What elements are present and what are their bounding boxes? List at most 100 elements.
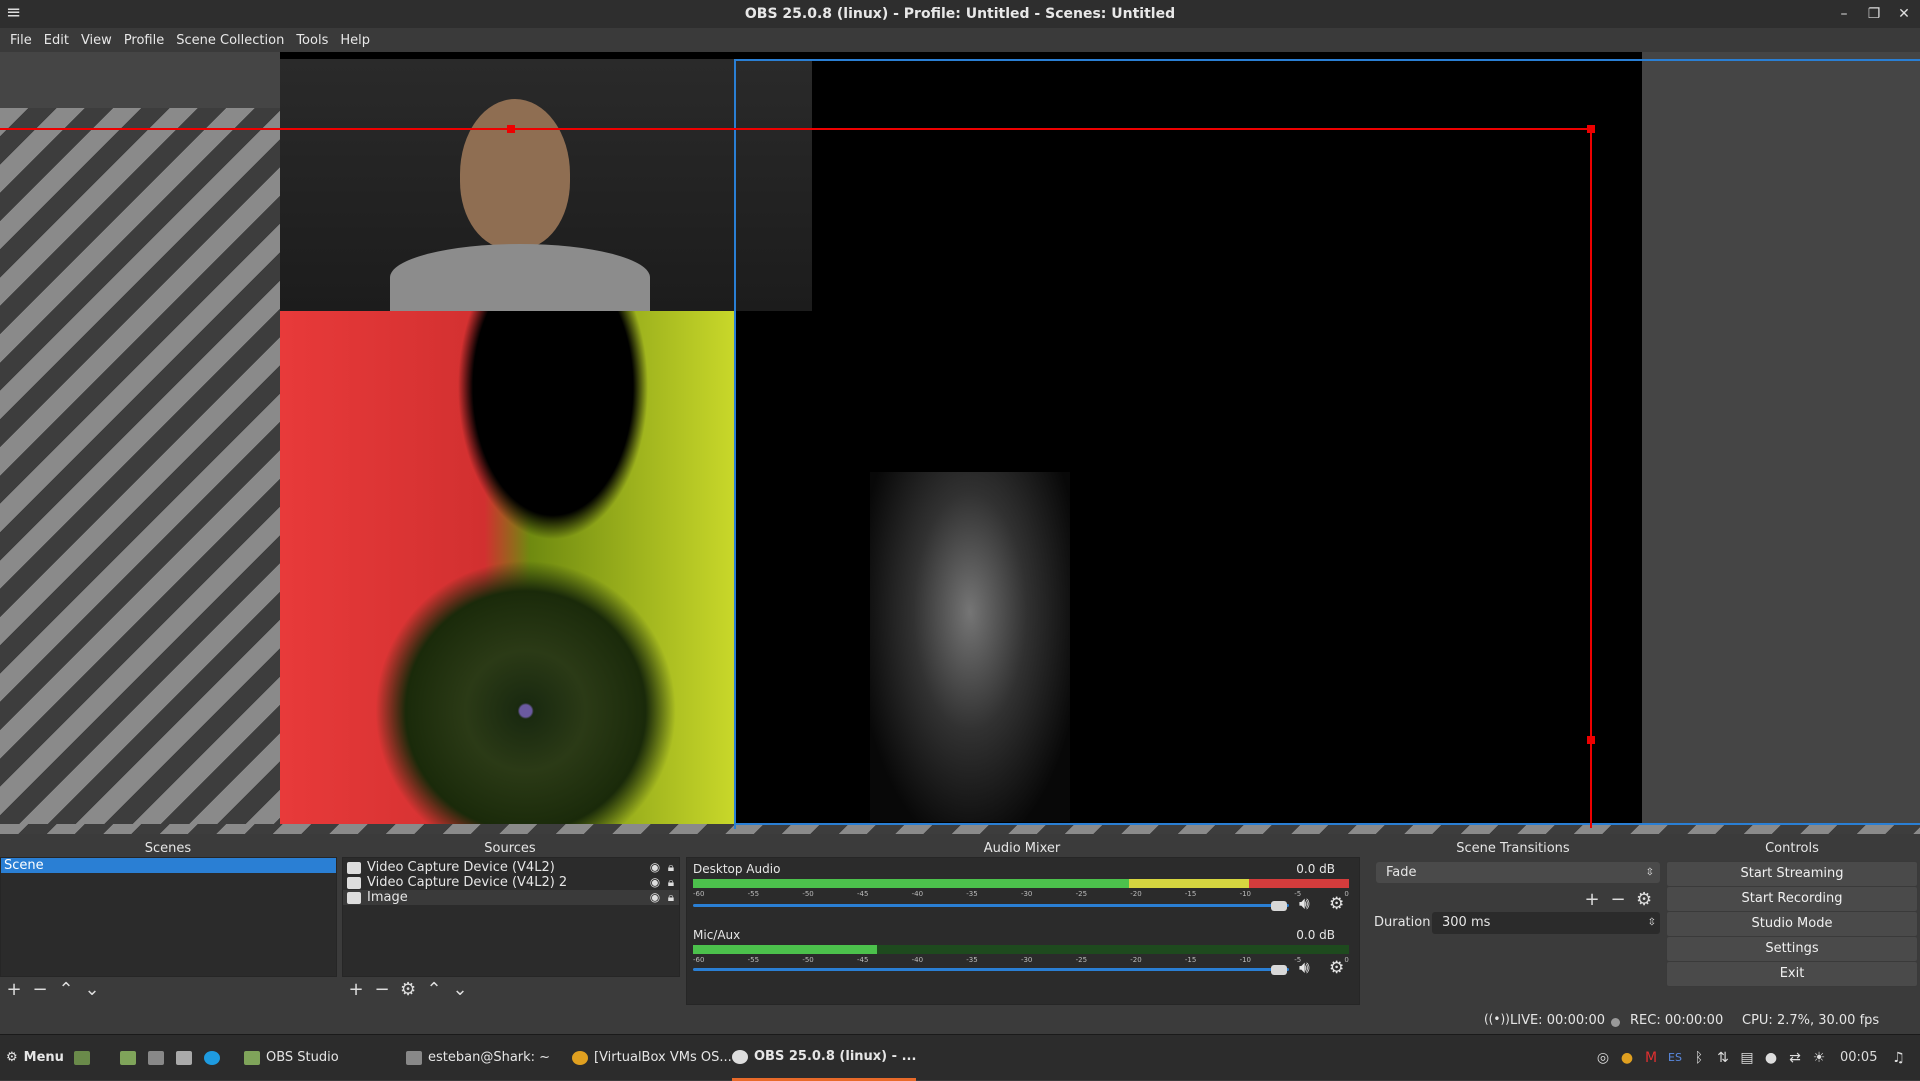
remove-icon[interactable]: − [374,979,390,1000]
start-menu[interactable]: ⚙ Menu [6,1035,64,1081]
sources-list: Video Capture Device (V4L2) ◉ 🔒︎ Video C… [342,857,680,977]
video-capture-source-2[interactable] [870,472,1070,822]
remove-icon[interactable]: − [32,979,48,1000]
resize-handle[interactable] [1587,125,1595,133]
menu-bar: File Edit View Profile Scene Collection … [0,28,1920,52]
audio-mixer-dock: Audio Mixer Desktop Audio 0.0 dB -60 -55 -… [684,839,1360,1007]
controls-dock: Controls Start Streaming Start Recording… [1664,839,1920,1007]
launcher-terminal[interactable] [148,1035,164,1081]
move-down-icon[interactable]: ⌄ [84,979,100,1000]
meter-tick-label: -35 [966,890,978,898]
menu-profile[interactable]: Profile [118,33,170,48]
network-icon[interactable]: ⇅ [1714,1035,1732,1081]
close-icon[interactable]: ✕ [1896,6,1912,22]
add-icon[interactable]: + [1584,889,1600,910]
preview-canvas[interactable] [0,52,1920,834]
meter-tick-label: -50 [802,890,814,898]
start-recording-button[interactable]: Start Recording [1666,886,1918,912]
move-up-icon[interactable]: ⌃ [426,979,442,1000]
image-icon [347,891,361,904]
image-source[interactable] [280,310,735,824]
scene-item[interactable]: Scene [1,858,336,873]
add-icon[interactable]: + [6,979,22,1000]
obs-tray-icon[interactable]: ◎ [1594,1035,1612,1081]
source-name: Video Capture Device (V4L2) [367,860,555,875]
meter-tick-label: -15 [1184,956,1197,964]
source-item[interactable]: Video Capture Device (V4L2) ◉ 🔒︎ [343,860,679,875]
show-desktop[interactable] [74,1035,90,1081]
exit-button[interactable]: Exit [1666,961,1918,987]
source-name: Image [367,890,408,905]
controls-title: Controls [1765,841,1819,856]
brightness-icon[interactable]: ☀ [1810,1035,1828,1081]
system-tray: ◎ ● M ES ᛒ ⇅ ▤ ● ⇄ ☀ 00:05 ♫ [1594,1035,1907,1081]
menu-help[interactable]: Help [334,33,376,48]
maximize-icon[interactable]: ❐ [1866,6,1882,22]
resize-handle[interactable] [1587,736,1595,744]
resize-handle[interactable] [507,125,515,133]
menu-view[interactable]: View [75,33,118,48]
gear-icon[interactable]: ⚙ [400,979,416,1000]
window-buttons: – ❐ ✕ [1836,0,1912,28]
update-icon[interactable]: ⇄ [1786,1035,1804,1081]
volume-slider-thumb[interactable] [1271,965,1287,975]
task-obs-active[interactable]: OBS 25.0.8 (linux) - ... [732,1035,917,1081]
move-up-icon[interactable]: ⌃ [58,979,74,1000]
mail-icon[interactable]: M [1642,1035,1660,1081]
volume-slider[interactable] [693,968,1289,971]
channel-db: 0.0 dB [1296,862,1335,876]
source-item[interactable]: Image ◉ 🔒︎ [343,890,679,905]
lock-icon[interactable]: 🔒︎ [663,890,679,905]
meter-tick-label: -60 [693,956,705,964]
task-obs-studio[interactable]: OBS Studio [244,1035,339,1081]
sources-title: Sources [484,841,536,856]
menu-scene-collection[interactable]: Scene Collection [170,33,290,48]
meter-tick-label: -45 [856,956,869,964]
volume-slider-thumb[interactable] [1271,901,1287,911]
camera-icon [347,861,361,874]
visibility-eye-icon[interactable]: ◉ [647,875,663,890]
settings-button[interactable]: Settings [1666,936,1918,962]
visibility-eye-icon[interactable]: ◉ [647,890,663,905]
speaker-icon[interactable]: 🔊︎ [1299,958,1310,978]
source-item[interactable]: Video Capture Device (V4L2) 2 ◉ 🔒︎ [343,875,679,890]
move-down-icon[interactable]: ⌄ [452,979,468,1000]
gear-icon[interactable]: ⚙ [1329,958,1344,978]
task-label: OBS 25.0.8 (linux) - ... [754,1048,917,1064]
spin-icon[interactable]: ⇳ [1648,912,1656,933]
video-capture-source-1[interactable] [280,59,812,311]
start-streaming-button[interactable]: Start Streaming [1666,861,1918,887]
chrome-tray-icon[interactable]: ● [1618,1035,1636,1081]
clock[interactable]: 00:05 [1834,1035,1883,1081]
add-icon[interactable]: + [348,979,364,1000]
scenes-dock: Scenes Scene + − ⌃ ⌄ [0,839,337,1007]
visibility-eye-icon[interactable]: ◉ [647,860,663,875]
launcher-skype[interactable] [204,1035,220,1081]
menu-edit[interactable]: Edit [38,33,75,48]
launcher-app[interactable] [176,1035,192,1081]
studio-mode-button[interactable]: Studio Mode [1666,911,1918,937]
gear-icon[interactable]: ⚙ [1636,889,1652,910]
status-bar: ((•)) LIVE: 00:00:00 REC: 00:00:00 CPU: … [0,1008,1920,1034]
speaker-icon[interactable]: 🔊︎ [1299,894,1310,914]
live-time: LIVE: 00:00:00 [1510,1013,1606,1028]
task-terminal[interactable]: esteban@Shark: ~ [406,1035,550,1081]
lock-icon[interactable]: 🔒︎ [663,860,679,875]
volume-slider[interactable] [693,904,1289,907]
menu-tools[interactable]: Tools [290,33,334,48]
task-chrome[interactable]: [VirtualBox VMs OS... [572,1035,732,1081]
minimize-icon[interactable]: – [1836,6,1852,22]
keyboard-layout[interactable]: ES [1666,1035,1684,1081]
duration-input[interactable]: 300 ms ⇳ [1432,912,1660,934]
bluetooth-icon[interactable]: ᛒ [1690,1035,1708,1081]
music-icon[interactable]: ♫ [1889,1035,1907,1081]
launcher-files[interactable] [120,1035,136,1081]
user-icon[interactable]: ● [1762,1035,1780,1081]
gear-icon[interactable]: ⚙ [1329,894,1344,914]
clipboard-icon[interactable]: ▤ [1738,1035,1756,1081]
menu-file[interactable]: File [4,33,38,48]
remove-icon[interactable]: − [1610,889,1626,910]
transition-select[interactable]: Fade ⇳ [1376,862,1660,883]
lock-icon[interactable]: 🔒︎ [663,875,679,890]
source-name: Video Capture Device (V4L2) 2 [367,875,568,890]
